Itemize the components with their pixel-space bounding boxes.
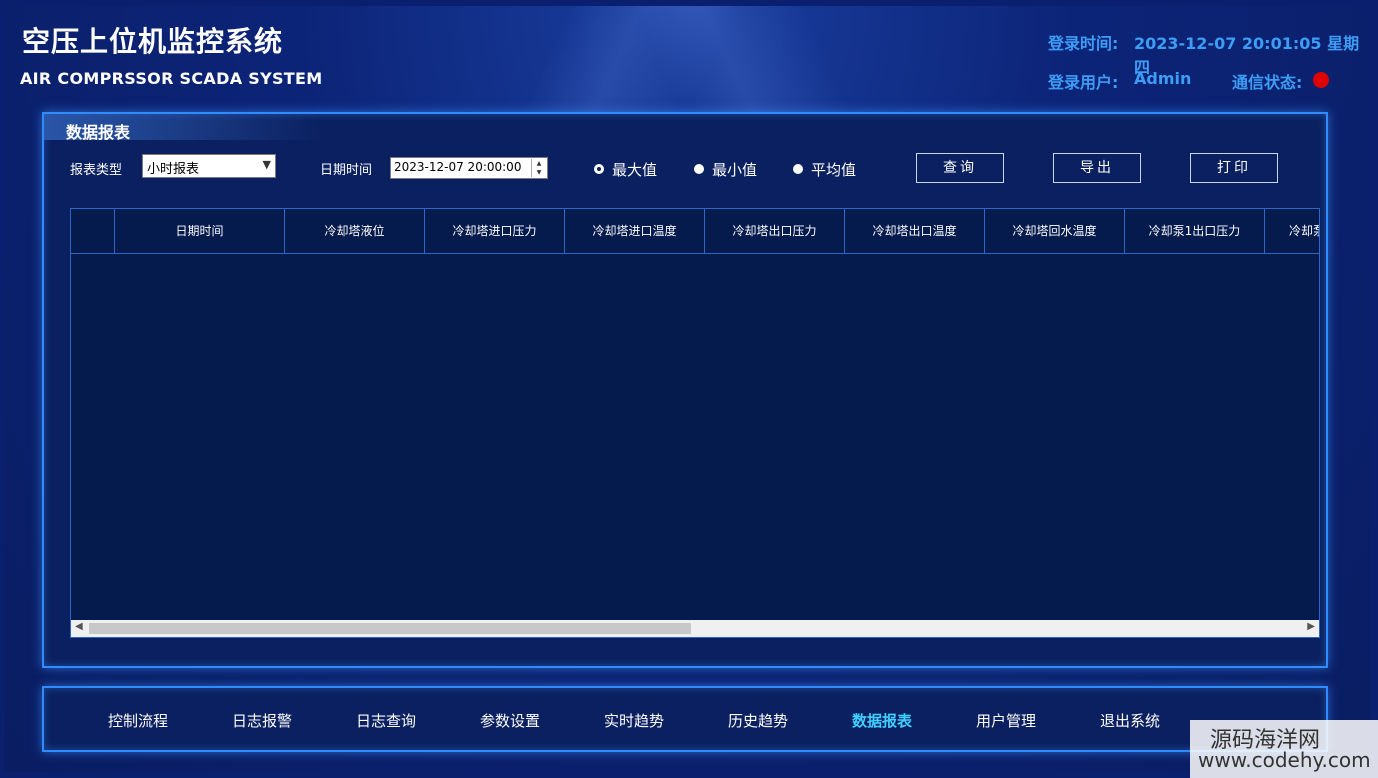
grid-header: 日期时间 冷却塔液位 冷却塔进口压力 冷却塔进口温度 冷却塔出口压力 冷却塔出口… — [71, 209, 1319, 254]
grid-header-cell[interactable]: 冷却塔出口压力 — [705, 209, 845, 253]
radio-selected-icon — [594, 164, 604, 174]
nav-item-parameters[interactable]: 参数设置 — [480, 710, 540, 731]
bottom-nav: 控制流程 日志报警 日志查询 参数设置 实时趋势 历史趋势 数据报表 用户管理 … — [42, 686, 1328, 752]
horizontal-scrollbar[interactable]: ◀ ▶ — [71, 620, 1319, 637]
radio-avg[interactable]: 平均值 — [793, 159, 856, 180]
nav-item-user-management[interactable]: 用户管理 — [976, 710, 1036, 731]
nav-item-log-query[interactable]: 日志查询 — [356, 710, 416, 731]
comm-status-label: 通信状态: — [1232, 73, 1303, 92]
report-type-value: 小时报表 — [147, 162, 200, 177]
login-user-value: Admin — [1134, 69, 1192, 88]
grid-header-cell[interactable]: 冷却泵 — [1265, 209, 1319, 253]
print-button[interactable]: 打印 — [1190, 153, 1278, 183]
radio-icon — [793, 164, 803, 174]
datetime-picker[interactable]: 2023-12-07 20:00:00 ▲ ▼ — [390, 157, 548, 179]
nav-item-data-report[interactable]: 数据报表 — [852, 710, 912, 731]
grid-header-cell[interactable] — [71, 209, 115, 253]
radio-max[interactable]: 最大值 — [594, 159, 657, 180]
radio-max-label: 最大值 — [612, 161, 658, 179]
watermark-en: www.codehy.com — [1198, 748, 1371, 772]
grid-header-cell[interactable]: 冷却塔进口压力 — [425, 209, 565, 253]
nav-item-history-trend[interactable]: 历史趋势 — [728, 710, 788, 731]
scrollbar-thumb[interactable] — [89, 623, 691, 634]
grid-header-cell[interactable]: 冷却泵1出口压力 — [1125, 209, 1265, 253]
query-button[interactable]: 查询 — [916, 153, 1004, 183]
radio-icon — [694, 164, 704, 174]
datetime-spinner[interactable]: ▲ ▼ — [531, 159, 546, 177]
radio-min-label: 最小值 — [712, 161, 758, 179]
spin-up-icon[interactable]: ▲ — [532, 159, 546, 168]
datetime-label: 日期时间 — [320, 163, 373, 178]
comm-status-indicator — [1313, 72, 1329, 88]
login-time-label: 登录时间: — [1048, 34, 1119, 53]
nav-item-control-flow[interactable]: 控制流程 — [108, 710, 168, 731]
spin-down-icon[interactable]: ▼ — [532, 168, 546, 177]
app-window: 空压上位机监控系统 AIR COMPRSSOR SCADA SYSTEM 登录时… — [4, 6, 1370, 772]
radio-min[interactable]: 最小值 — [694, 159, 757, 180]
datetime-value: 2023-12-07 20:00:00 — [394, 160, 522, 174]
grid-header-cell[interactable]: 冷却塔出口温度 — [845, 209, 985, 253]
report-panel: 数据报表 报表类型 小时报表 ▼ 日期时间 2023-12-07 20:00:0… — [42, 112, 1328, 668]
panel-title: 数据报表 — [66, 123, 131, 142]
app-title: 空压上位机监控系统 — [22, 25, 284, 58]
grid-header-cell[interactable]: 冷却塔回水温度 — [985, 209, 1125, 253]
grid-header-cell[interactable]: 冷却塔进口温度 — [565, 209, 705, 253]
panel-header: 数据报表 — [44, 114, 324, 142]
report-type-select[interactable]: 小时报表 ▼ — [142, 154, 276, 178]
app-subtitle: AIR COMPRSSOR SCADA SYSTEM — [20, 69, 323, 88]
nav-item-realtime-trend[interactable]: 实时趋势 — [604, 710, 664, 731]
watermark: 源码海洋网 www.codehy.com — [1190, 720, 1378, 778]
export-button[interactable]: 导出 — [1053, 153, 1141, 183]
nav-item-log-alarm[interactable]: 日志报警 — [232, 710, 292, 731]
chevron-down-icon[interactable]: ▼ — [263, 158, 271, 171]
radio-avg-label: 平均值 — [811, 161, 857, 179]
nav-item-exit[interactable]: 退出系统 — [1100, 710, 1160, 731]
report-type-label: 报表类型 — [70, 163, 123, 178]
grid-header-cell[interactable]: 冷却塔液位 — [285, 209, 425, 253]
scroll-left-icon[interactable]: ◀ — [75, 621, 83, 632]
scroll-right-icon[interactable]: ▶ — [1307, 621, 1315, 632]
report-grid[interactable]: 日期时间 冷却塔液位 冷却塔进口压力 冷却塔进口温度 冷却塔出口压力 冷却塔出口… — [70, 208, 1320, 638]
login-user-label: 登录用户: — [1048, 73, 1119, 92]
grid-header-cell[interactable]: 日期时间 — [115, 209, 285, 253]
